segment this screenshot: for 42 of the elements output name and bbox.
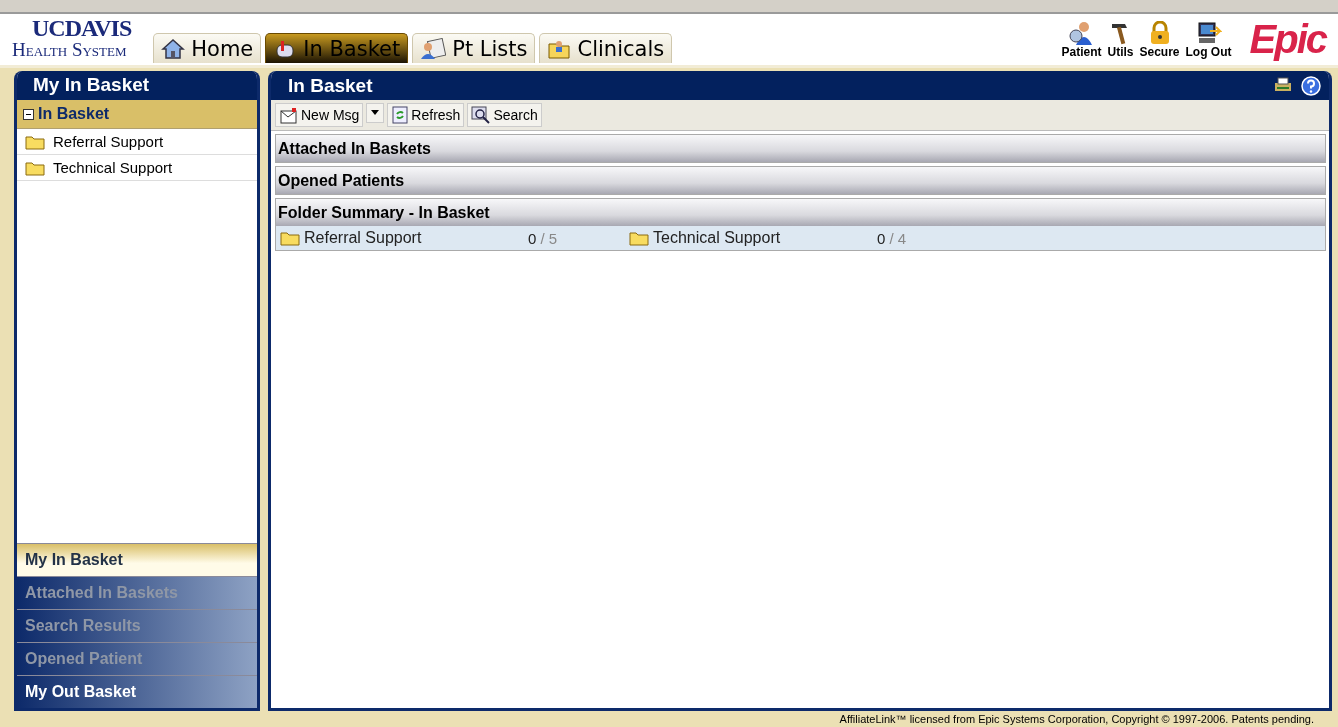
tree-node[interactable]: In Basket [17,100,257,129]
refresh-icon [391,106,410,124]
nav-tab[interactable]: Home [153,33,262,63]
panel-title: In Basket [288,74,374,97]
nav-tab[interactable]: Pt Lists [412,33,536,63]
folder-name[interactable]: Referral Support [304,229,524,247]
folder-icon [280,230,300,246]
folder-name[interactable]: Technical Support [653,229,873,247]
section-header[interactable]: Attached In Baskets [276,135,1325,162]
folder-icon [629,230,649,246]
computer-exit-icon [1195,21,1222,45]
toolbar-button[interactable]: Patient [1061,21,1102,59]
message-count: 0 / 4 [877,229,907,247]
section-header[interactable]: Opened Patients [276,167,1325,194]
house-icon [161,37,186,60]
section-header[interactable]: Folder Summary - In Basket [276,199,1325,226]
nav-item[interactable]: My In Basket [17,543,257,576]
toolbar-button[interactable]: Log Out [1185,21,1232,59]
envelope-icon [279,106,299,124]
toolbar-button[interactable]: Utils [1107,21,1134,59]
brand-logo: Epic [1249,19,1326,59]
search-icon [471,106,492,124]
dropdown-caret-icon[interactable] [366,103,385,123]
toolbar-button[interactable]: New Msg [275,103,364,127]
logo: UCDAVIS Health System [12,16,132,62]
folder-icon [25,159,45,176]
message-count: 0 / 5 [528,229,558,247]
help-icon[interactable] [1301,75,1321,96]
toolbar-button[interactable]: Refresh [387,103,465,127]
folder-icon [25,133,45,150]
toolbar-button[interactable]: Search [467,103,542,127]
printer-icon[interactable] [1273,75,1293,94]
collapse-icon[interactable] [23,108,34,120]
person-magnifier-icon [1068,21,1095,45]
panel-title: My In Basket [17,71,257,100]
nav-tab[interactable]: Clinicals [539,33,673,63]
nav-item[interactable]: My Out Basket [17,675,257,708]
toolbar-button[interactable]: Secure [1139,21,1180,59]
patient-list-icon [420,37,447,60]
copyright-text: AffiliateLink™ licensed from Epic Systems Corporation, Copyright © 1997-2006. Patents pending. [839,713,1314,725]
folder-item[interactable]: Referral Support [17,129,257,155]
folder-item[interactable]: Technical Support [17,155,257,181]
